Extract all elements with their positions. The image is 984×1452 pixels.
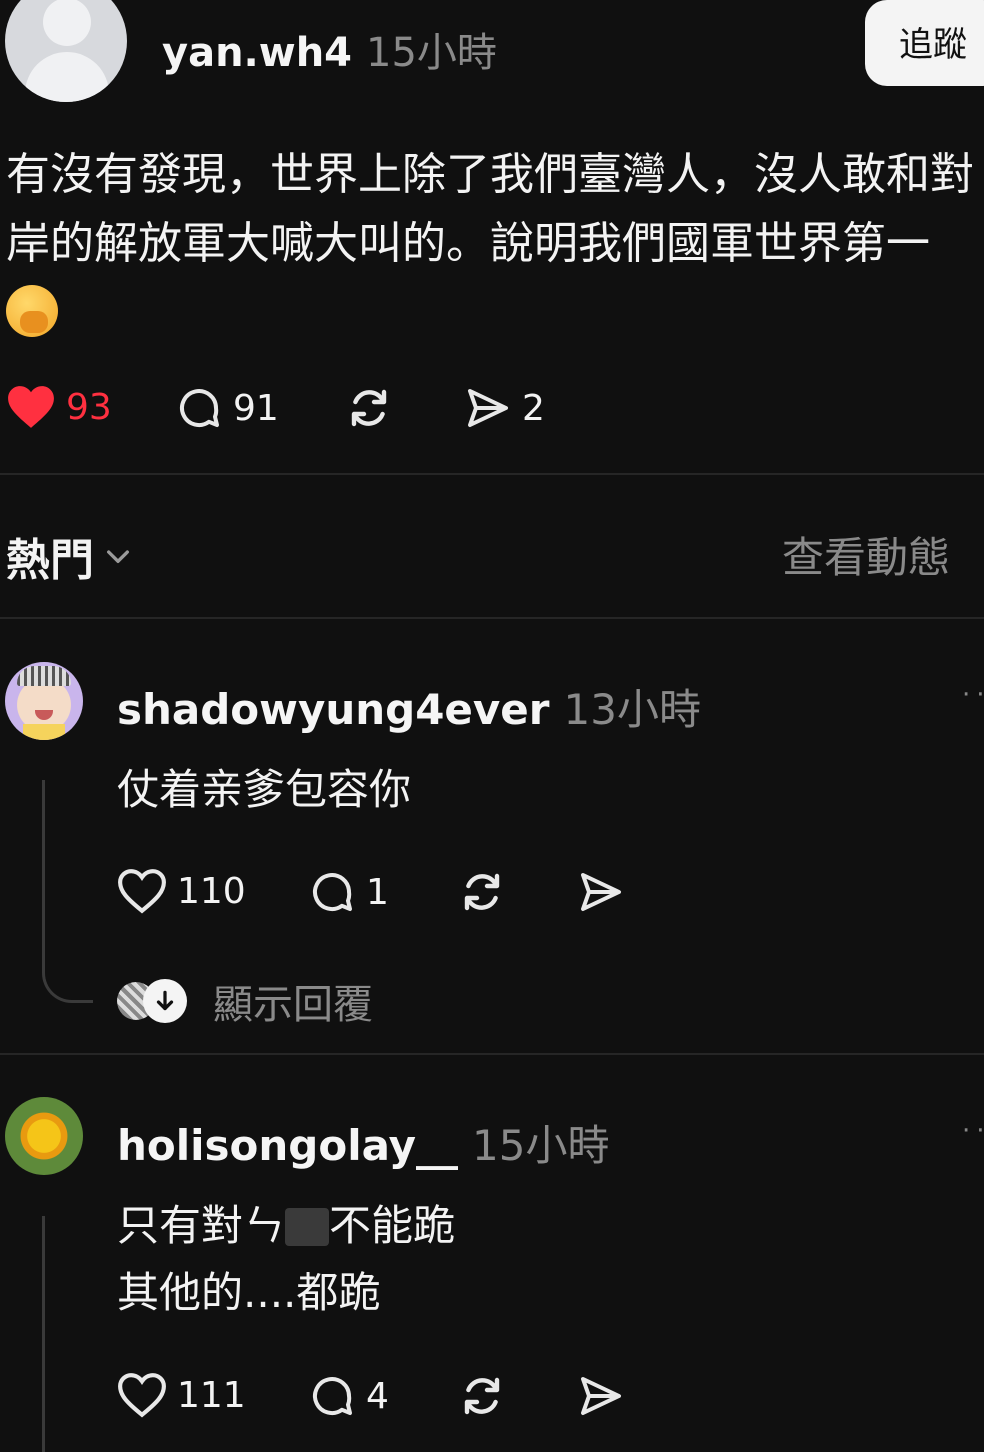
comment-reply-count: 4 bbox=[366, 1375, 389, 1417]
commenter-avatar[interactable] bbox=[5, 1097, 83, 1175]
repost-button[interactable] bbox=[345, 384, 393, 432]
author-avatar[interactable] bbox=[5, 0, 127, 102]
share-button[interactable]: 2 bbox=[464, 384, 545, 432]
comment-icon bbox=[180, 389, 219, 428]
send-icon bbox=[581, 873, 621, 911]
comment-username[interactable]: holisongolay__ bbox=[117, 1121, 458, 1170]
like-count: 93 bbox=[66, 386, 112, 428]
comment-header: holisongolay__ 15小時 bbox=[117, 1112, 610, 1173]
send-icon bbox=[468, 389, 508, 427]
divider bbox=[0, 1053, 984, 1055]
repost-icon bbox=[351, 389, 387, 427]
post-header: yan.wh4 15小時 bbox=[162, 20, 497, 78]
arrow-down-icon[interactable] bbox=[143, 979, 187, 1023]
sort-label: 熱門 bbox=[6, 535, 94, 586]
commenter-avatar[interactable] bbox=[5, 662, 83, 740]
like-button[interactable]: 93 bbox=[6, 384, 112, 430]
comment-like-button[interactable]: 110 bbox=[117, 868, 246, 914]
divider bbox=[0, 617, 984, 619]
thread-line bbox=[42, 780, 45, 966]
comment-text: 只有對ㄣ 不能跪 其他的....都跪 bbox=[117, 1192, 455, 1326]
comment-repost-button[interactable] bbox=[458, 1372, 506, 1420]
comment-like-count: 110 bbox=[177, 870, 246, 912]
post-text: 有沒有發現，世界上除了我們臺灣人，沒人敢和對岸的解放軍大喊大叫的。說明我們國軍世… bbox=[6, 140, 976, 347]
author-username[interactable]: yan.wh4 bbox=[162, 30, 352, 76]
comment-header: shadowyung4ever 13小時 bbox=[117, 676, 701, 737]
comment-icon bbox=[313, 1377, 352, 1416]
comment-reply-button[interactable]: 4 bbox=[308, 1372, 389, 1420]
heart-icon bbox=[118, 869, 166, 914]
post-time: 15小時 bbox=[366, 30, 497, 76]
comment-icon bbox=[313, 873, 352, 912]
comment-reply-button[interactable]: 1 bbox=[308, 868, 389, 916]
comment-text: 仗着亲爹包容你 bbox=[117, 765, 412, 814]
comment-time: 13小時 bbox=[563, 685, 701, 734]
follow-button[interactable]: 追蹤 bbox=[865, 0, 984, 86]
thread-line bbox=[42, 1216, 45, 1452]
sort-dropdown[interactable]: 熱門 bbox=[6, 524, 134, 588]
share-count: 2 bbox=[522, 387, 545, 429]
comment-repost-button[interactable] bbox=[458, 868, 506, 916]
comment-share-button[interactable] bbox=[577, 1372, 625, 1420]
send-icon bbox=[581, 1377, 621, 1415]
censored-text bbox=[285, 1208, 330, 1246]
heart-icon bbox=[118, 1373, 166, 1418]
face-with-hand-over-mouth-icon bbox=[6, 285, 58, 337]
repost-icon bbox=[464, 873, 500, 911]
comment-text-part: 不能跪 bbox=[329, 1201, 456, 1250]
comment-reply-count: 1 bbox=[366, 871, 389, 913]
repost-icon bbox=[464, 1377, 500, 1415]
show-replies-link[interactable]: 顯示回覆 bbox=[213, 972, 373, 1030]
comment-username[interactable]: shadowyung4ever bbox=[117, 685, 550, 734]
heart-filled-icon bbox=[8, 386, 54, 428]
comment-like-button[interactable]: 111 bbox=[117, 1372, 246, 1418]
comment-button[interactable]: 91 bbox=[175, 384, 279, 432]
chevron-down-icon bbox=[107, 550, 129, 563]
view-activity-link[interactable]: 查看動態 bbox=[782, 524, 950, 585]
comment-count: 91 bbox=[233, 387, 279, 429]
show-replies-row[interactable]: 顯示回覆 bbox=[117, 972, 373, 1030]
post-text-content: 有沒有發現，世界上除了我們臺灣人，沒人敢和對岸的解放軍大喊大叫的。說明我們國軍世… bbox=[6, 149, 974, 269]
comment-share-button[interactable] bbox=[577, 868, 625, 916]
comment-like-count: 111 bbox=[177, 1374, 246, 1416]
comment-text-part: 只有對ㄣ bbox=[117, 1201, 286, 1250]
more-options-icon[interactable]: ·· bbox=[962, 680, 984, 710]
thread-line-curve bbox=[42, 966, 93, 1003]
comment-text-line: 其他的....都跪 bbox=[117, 1268, 381, 1317]
more-options-icon[interactable]: ·· bbox=[962, 1116, 984, 1146]
divider bbox=[0, 473, 984, 475]
comment-time: 15小時 bbox=[472, 1121, 610, 1170]
